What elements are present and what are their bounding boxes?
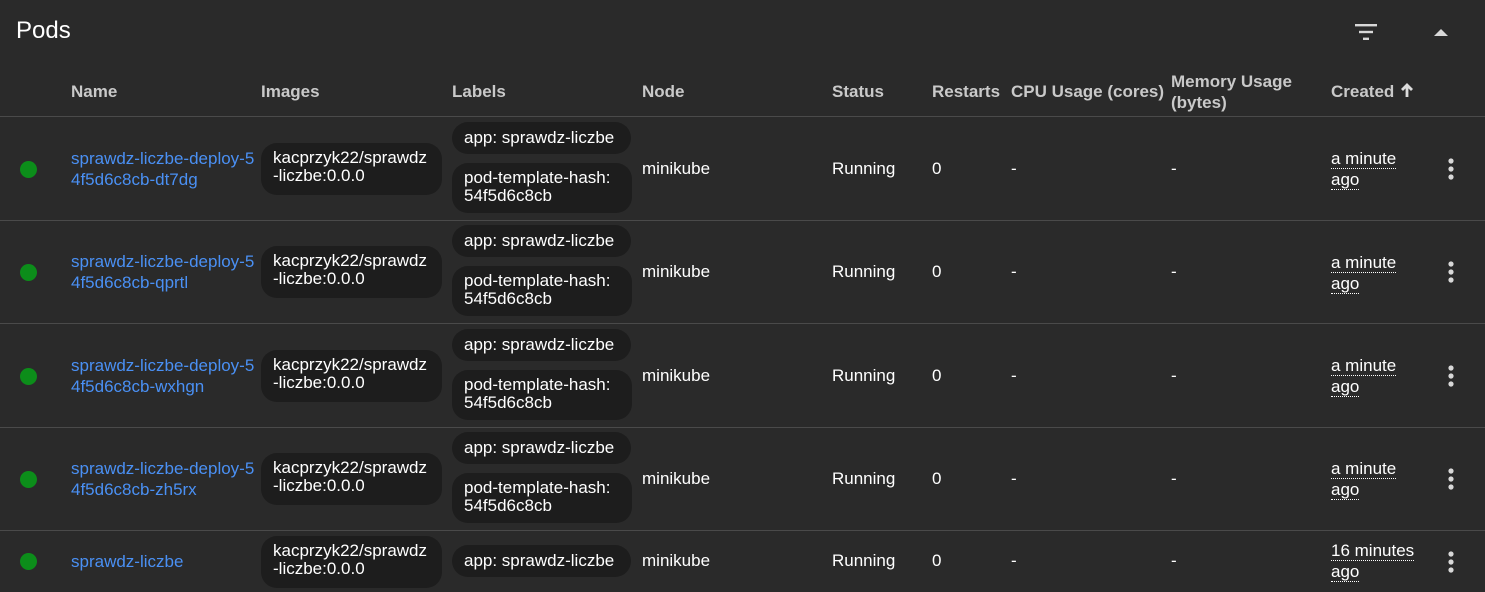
more-vertical-icon <box>1448 365 1454 387</box>
memory-cell: - <box>1171 262 1177 281</box>
cpu-cell: - <box>1011 551 1017 570</box>
cpu-cell: - <box>1011 469 1017 488</box>
row-menu-button[interactable] <box>1438 463 1464 495</box>
status-running-icon <box>20 368 37 385</box>
more-vertical-icon <box>1448 551 1454 573</box>
more-vertical-icon <box>1448 261 1454 283</box>
restarts-cell: 0 <box>932 551 942 570</box>
node-cell: minikube <box>642 469 711 488</box>
collapse-button[interactable] <box>1421 12 1461 52</box>
image-chip: kacprzyk22/sprawdz-liczbe:0.0.0 <box>261 453 442 505</box>
table-row: sprawdz-liczbe-deploy-54f5d6c8cb-dt7dg k… <box>0 117 1485 221</box>
table-row: sprawdz-liczbe-deploy-54f5d6c8cb-qprtl k… <box>0 221 1485 324</box>
pod-name-link[interactable]: sprawdz-liczbe-deploy-54f5d6c8cb-qprtl <box>71 251 256 293</box>
created-cell: a minute ago <box>1331 148 1426 190</box>
pod-name-link[interactable]: sprawdz-liczbe-deploy-54f5d6c8cb-dt7dg <box>71 148 256 190</box>
created-timestamp: a minute ago <box>1331 459 1397 500</box>
label-chip: app: sprawdz-liczbe <box>452 545 631 577</box>
created-timestamp: a minute ago <box>1331 149 1397 190</box>
cpu-cell: - <box>1011 366 1017 385</box>
node-cell: minikube <box>642 159 711 178</box>
image-chip: kacprzyk22/sprawdz-liczbe:0.0.0 <box>261 246 442 298</box>
restarts-cell: 0 <box>932 469 942 488</box>
label-chip: pod-template-hash: 54f5d6c8cb <box>452 370 632 420</box>
column-header-restarts[interactable]: Restarts <box>932 82 1000 102</box>
arrow-up-icon <box>1400 82 1414 103</box>
card-title: Pods <box>16 17 71 44</box>
status-cell: Running <box>832 262 896 281</box>
created-timestamp: a minute ago <box>1331 253 1397 294</box>
label-chip: app: sprawdz-liczbe <box>452 432 631 464</box>
memory-cell: - <box>1171 159 1177 178</box>
image-chip: kacprzyk22/sprawdz-liczbe:0.0.0 <box>261 143 442 195</box>
filter-button[interactable] <box>1346 12 1386 52</box>
node-cell: minikube <box>642 262 711 281</box>
cpu-cell: - <box>1011 159 1017 178</box>
memory-cell: - <box>1171 366 1177 385</box>
restarts-cell: 0 <box>932 159 942 178</box>
node-cell: minikube <box>642 551 711 570</box>
image-chip: kacprzyk22/sprawdz-liczbe:0.0.0 <box>261 350 442 402</box>
pod-name-link[interactable]: sprawdz-liczbe <box>71 551 256 572</box>
status-cell: Running <box>832 159 896 178</box>
memory-cell: - <box>1171 551 1177 570</box>
column-header-node[interactable]: Node <box>642 82 685 102</box>
pod-name-link[interactable]: sprawdz-liczbe-deploy-54f5d6c8cb-zh5rx <box>71 458 256 500</box>
memory-cell: - <box>1171 469 1177 488</box>
column-header-memory-line2: (bytes) <box>1171 93 1227 112</box>
column-header-labels: Labels <box>452 82 506 101</box>
row-menu-button[interactable] <box>1438 256 1464 288</box>
status-running-icon <box>20 161 37 178</box>
column-header-memory-line1: Memory Usage <box>1171 72 1292 91</box>
label-chip: pod-template-hash: 54f5d6c8cb <box>452 473 632 523</box>
more-vertical-icon <box>1448 158 1454 180</box>
column-header-cpu: CPU Usage (cores) <box>1011 82 1165 101</box>
column-header-status[interactable]: Status <box>832 82 884 102</box>
status-cell: Running <box>832 366 896 385</box>
more-vertical-icon <box>1448 468 1454 490</box>
label-chip: app: sprawdz-liczbe <box>452 122 631 154</box>
table-row: sprawdz-liczbe kacprzyk22/sprawdz-liczbe… <box>0 531 1485 592</box>
status-running-icon <box>20 471 37 488</box>
node-cell: minikube <box>642 366 711 385</box>
created-timestamp: a minute ago <box>1331 356 1397 397</box>
label-chip: pod-template-hash: 54f5d6c8cb <box>452 163 632 213</box>
pod-name-link[interactable]: sprawdz-liczbe-deploy-54f5d6c8cb-wxhgn <box>71 355 256 397</box>
created-cell: a minute ago <box>1331 252 1426 294</box>
restarts-cell: 0 <box>932 366 942 385</box>
created-cell: 16 minutes ago <box>1331 540 1426 582</box>
table-row: sprawdz-liczbe-deploy-54f5d6c8cb-wxhgn k… <box>0 324 1485 428</box>
restarts-cell: 0 <box>932 262 942 281</box>
column-header-created[interactable]: Created <box>1331 82 1414 103</box>
image-chip: kacprzyk22/sprawdz-liczbe:0.0.0 <box>261 536 442 588</box>
column-header-created-label: Created <box>1331 82 1395 101</box>
column-header-memory: Memory Usage (bytes) <box>1171 71 1292 113</box>
column-header-images: Images <box>261 82 320 101</box>
status-cell: Running <box>832 551 896 570</box>
cpu-cell: - <box>1011 262 1017 281</box>
created-cell: a minute ago <box>1331 458 1426 500</box>
label-chip: app: sprawdz-liczbe <box>452 329 631 361</box>
created-cell: a minute ago <box>1331 355 1426 397</box>
chevron-up-icon <box>1434 29 1448 36</box>
filter-icon <box>1355 24 1377 40</box>
pods-card: Pods Name Images Labels Node Status Rest… <box>0 0 1485 592</box>
row-menu-button[interactable] <box>1438 360 1464 392</box>
table-row: sprawdz-liczbe-deploy-54f5d6c8cb-zh5rx k… <box>0 428 1485 531</box>
column-header-name[interactable]: Name <box>71 82 117 102</box>
row-menu-button[interactable] <box>1438 153 1464 185</box>
label-chip: app: sprawdz-liczbe <box>452 225 631 257</box>
status-running-icon <box>20 264 37 281</box>
status-running-icon <box>20 553 37 570</box>
status-cell: Running <box>832 469 896 488</box>
label-chip: pod-template-hash: 54f5d6c8cb <box>452 266 632 316</box>
table-header: Name Images Labels Node Status Restarts … <box>0 66 1485 117</box>
created-timestamp: 16 minutes ago <box>1331 541 1415 582</box>
row-menu-button[interactable] <box>1438 546 1464 578</box>
